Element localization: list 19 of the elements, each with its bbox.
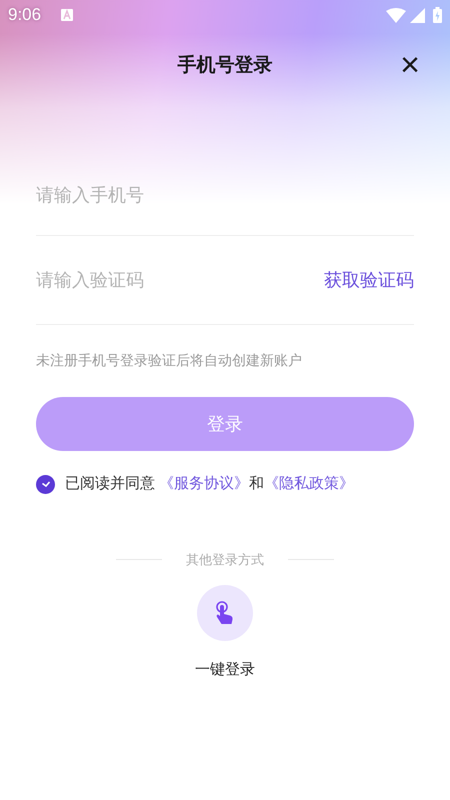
notification-icon xyxy=(61,9,74,21)
agreement-text: 已阅读并同意 《服务协议》和《隐私政策》 xyxy=(65,474,354,494)
wifi-icon xyxy=(386,8,406,22)
check-icon xyxy=(40,480,50,488)
agreement-checkbox[interactable] xyxy=(36,474,55,494)
code-input[interactable]: 请输入验证码 xyxy=(36,256,324,304)
signal-icon xyxy=(410,8,425,22)
tap-hand-icon xyxy=(215,601,235,625)
page-title: 手机号登录 xyxy=(178,54,272,78)
get-code-link[interactable]: 获取验证码 xyxy=(324,266,414,294)
agreement-link[interactable]: 《隐私政策》 xyxy=(264,475,354,492)
battery-icon xyxy=(433,7,442,23)
register-note: 未注册手机号登录验证后将自动创建新账户 xyxy=(36,351,303,370)
one-tap-login-label: 一键登录 xyxy=(195,660,255,680)
agreement-link[interactable]: 《服务协议》 xyxy=(159,475,250,492)
other-login-heading: 其他登录方式 xyxy=(186,550,264,568)
phone-input[interactable]: 请输入手机号 xyxy=(36,171,414,219)
close-button[interactable]: × xyxy=(400,48,420,82)
status-time: 9:06 xyxy=(8,4,42,26)
